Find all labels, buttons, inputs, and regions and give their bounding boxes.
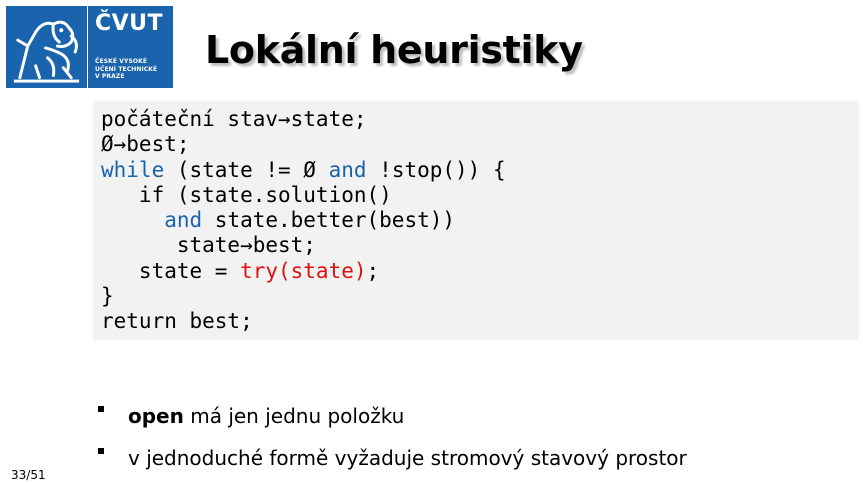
bullet-text: v jednoduché formě vyžaduje stromový sta… [128, 446, 687, 470]
lion-emblem-icon [6, 6, 88, 88]
code-block: počáteční stav→state; Ø→best; while (sta… [93, 101, 859, 340]
logo-sub-line: V PRAZE [95, 73, 125, 80]
logo-text: ČVUT ČESKÉ VYSOKÉ UČENÍ TECHNICKÉ V PRAZ… [88, 6, 173, 88]
code-line: while (state != Ø and !stop()) { [101, 157, 506, 182]
bullet-item: open má jen jednu položku [96, 400, 687, 442]
bullet-list: open má jen jednu položku v jednoduché f… [96, 400, 687, 484]
slide-title: Lokální heuristiky [205, 28, 583, 72]
code-line: return best; [101, 309, 253, 334]
code-highlight: try(state) [240, 258, 367, 283]
cvut-logo: ČVUT ČESKÉ VYSOKÉ UČENÍ TECHNICKÉ V PRAZ… [6, 6, 173, 88]
code-line: } [101, 284, 114, 309]
code-line: state→best; [101, 233, 316, 258]
bullet-text: má jen jednu položku [183, 404, 405, 428]
bullet-square-icon [98, 406, 104, 412]
logo-sub-line: ČESKÉ VYSOKÉ [95, 58, 148, 65]
code-line: and state.better(best)) [164, 208, 456, 233]
code-line: počáteční stav→state; [101, 107, 367, 131]
code-line: if (state.solution() [101, 182, 392, 207]
bullet-square-icon [98, 448, 104, 454]
page-number: 33/51 [11, 468, 46, 482]
code-line: state = try(state); [101, 258, 380, 283]
code-keyword: and [164, 208, 203, 233]
bullet-bold-term: open [128, 404, 184, 428]
logo-name: ČVUT [95, 11, 164, 36]
code-keyword: while [101, 157, 165, 182]
logo-sub-line: UČENÍ TECHNICKÉ [95, 65, 158, 73]
logo-subtitle: ČESKÉ VYSOKÉ UČENÍ TECHNICKÉ V PRAZE [95, 58, 173, 81]
code-keyword: and [328, 157, 367, 182]
code-line: Ø→best; [101, 132, 190, 157]
